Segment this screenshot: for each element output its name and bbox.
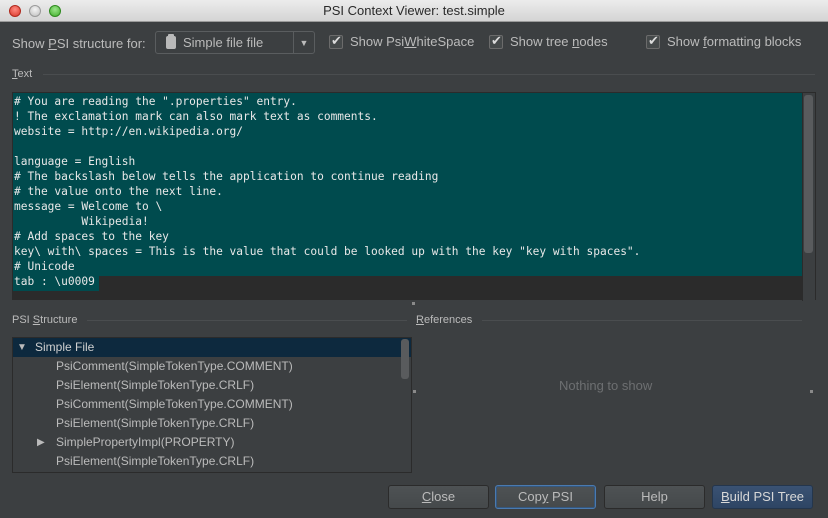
label-part: PSI [548,489,573,504]
references-empty-text: Nothing to show [559,378,653,393]
checkbox-checked-icon[interactable] [329,33,343,49]
scrollbar-thumb[interactable] [804,95,813,253]
editor-content[interactable]: # You are reading the ".properties" entr… [14,94,640,289]
label-part: lose [431,489,456,504]
checkbox-checked-icon[interactable] [646,33,660,49]
tree-node[interactable]: PsiElement(SimpleTokenType.CRLF) [13,452,411,471]
label-part: PSI [12,314,33,326]
section-divider [43,74,815,75]
label-part: tructure [40,314,78,326]
tree-node-label: PsiElement(SimpleTokenType.CRLF) [56,416,255,430]
label-part: Cop [518,489,542,504]
tree-node-label: PsiComment(SimpleTokenType.COMMENT) [56,397,293,411]
copy-psi-button[interactable]: Copy PSI [495,485,596,509]
file-type-selected: Simple file file [183,35,264,50]
chevron-down-icon: ▼ [299,37,309,48]
label-part: Show [12,36,49,51]
tree-node-label: PsiComment(SimpleTokenType.COMMENT) [56,359,293,373]
section-divider [482,320,802,321]
show-tree-nodes-checkbox[interactable]: Show tree nodes [489,33,608,49]
file-type-combo[interactable]: Simple file file ▼ [155,31,315,54]
scrollbar-thumb[interactable] [401,339,409,379]
show-psi-structure-label: Show PSI structure for: [12,36,146,51]
label-part: eferences [423,314,473,326]
checkbox-label: Show tree nodes [510,34,608,49]
label-mnemonic: P [48,36,57,51]
label-part: odes [579,34,608,49]
window-title: PSI Context Viewer: test.simple [323,3,505,18]
tree-node-label: PsiElement(SimpleTokenType.CRLF) [56,378,255,392]
editor-vertical-scrollbar[interactable] [802,93,815,301]
tree-rows: ▼ Simple File PsiComment(SimpleTokenType.C… [13,338,411,471]
psi-structure-title: PSI Structure [12,314,77,326]
splitter-handle[interactable] [810,390,813,393]
label-mnemonic: R [416,314,424,326]
tree-node[interactable]: PsiElement(SimpleTokenType.CRLF) [13,376,411,395]
splitter-handle[interactable] [413,390,416,393]
checkbox-label: Show PsiWhiteSpace [350,34,474,49]
tree-node[interactable]: PsiElement(SimpleTokenType.CRLF) [13,414,411,433]
label-part: uild PSI Tree [729,489,805,504]
build-psi-tree-button[interactable]: Build PSI Tree [712,485,813,509]
label-mnemonic: W [404,34,417,49]
label-mnemonic: B [720,489,730,504]
show-psi-whitespace-checkbox[interactable]: Show PsiWhiteSpace [329,33,474,49]
label-part: ext [17,68,33,80]
psi-tree[interactable]: ▼ Simple File PsiComment(SimpleTokenType.C… [12,337,412,473]
label-part: ormatting blocks [706,34,802,49]
tree-node[interactable]: ▼ Simple File [13,338,411,357]
tree-node[interactable]: PsiComment(SimpleTokenType.COMMENT) [13,357,411,376]
tree-node-label: PsiElement(SimpleTokenType.CRLF) [56,454,255,468]
tree-node[interactable]: ▶ SimplePropertyImpl(PROPERTY) [13,433,411,452]
dropdown-arrow-button[interactable]: ▼ [293,32,314,53]
label-part: Show [667,34,704,49]
file-type-icon [166,34,176,49]
text-section-title: Text [12,68,32,80]
section-divider [87,320,407,321]
help-button[interactable]: Help [604,485,705,509]
window-titlebar: PSI Context Viewer: test.simple [0,0,828,22]
label-part: hiteSpace [416,34,475,49]
checkbox-checked-icon[interactable] [489,33,503,49]
checkbox-label: Show formatting blocks [667,34,801,49]
tree-node-label: Simple File [35,340,95,354]
close-window-button[interactable] [9,5,21,17]
label-part: Show tree [510,34,573,49]
expand-arrow-down-icon[interactable]: ▼ [17,338,27,357]
references-title: References [416,314,472,326]
tree-node-label: SimplePropertyImpl(PROPERTY) [56,435,235,449]
label-part: SI structure for: [56,36,146,51]
label-part: Show Psi [350,34,405,49]
tree-node[interactable]: PsiComment(SimpleTokenType.COMMENT) [13,395,411,414]
text-editor[interactable]: # You are reading the ".properties" entr… [12,92,816,301]
expand-arrow-right-icon[interactable]: ▶ [37,433,45,452]
minimize-window-button[interactable] [29,5,41,17]
close-button[interactable]: Close [388,485,489,509]
tree-vertical-scrollbar[interactable] [399,338,411,472]
zoom-window-button[interactable] [49,5,61,17]
show-formatting-blocks-checkbox[interactable]: Show formatting blocks [646,33,801,49]
label-mnemonic: C [421,489,432,504]
splitter-handle[interactable] [412,302,415,305]
